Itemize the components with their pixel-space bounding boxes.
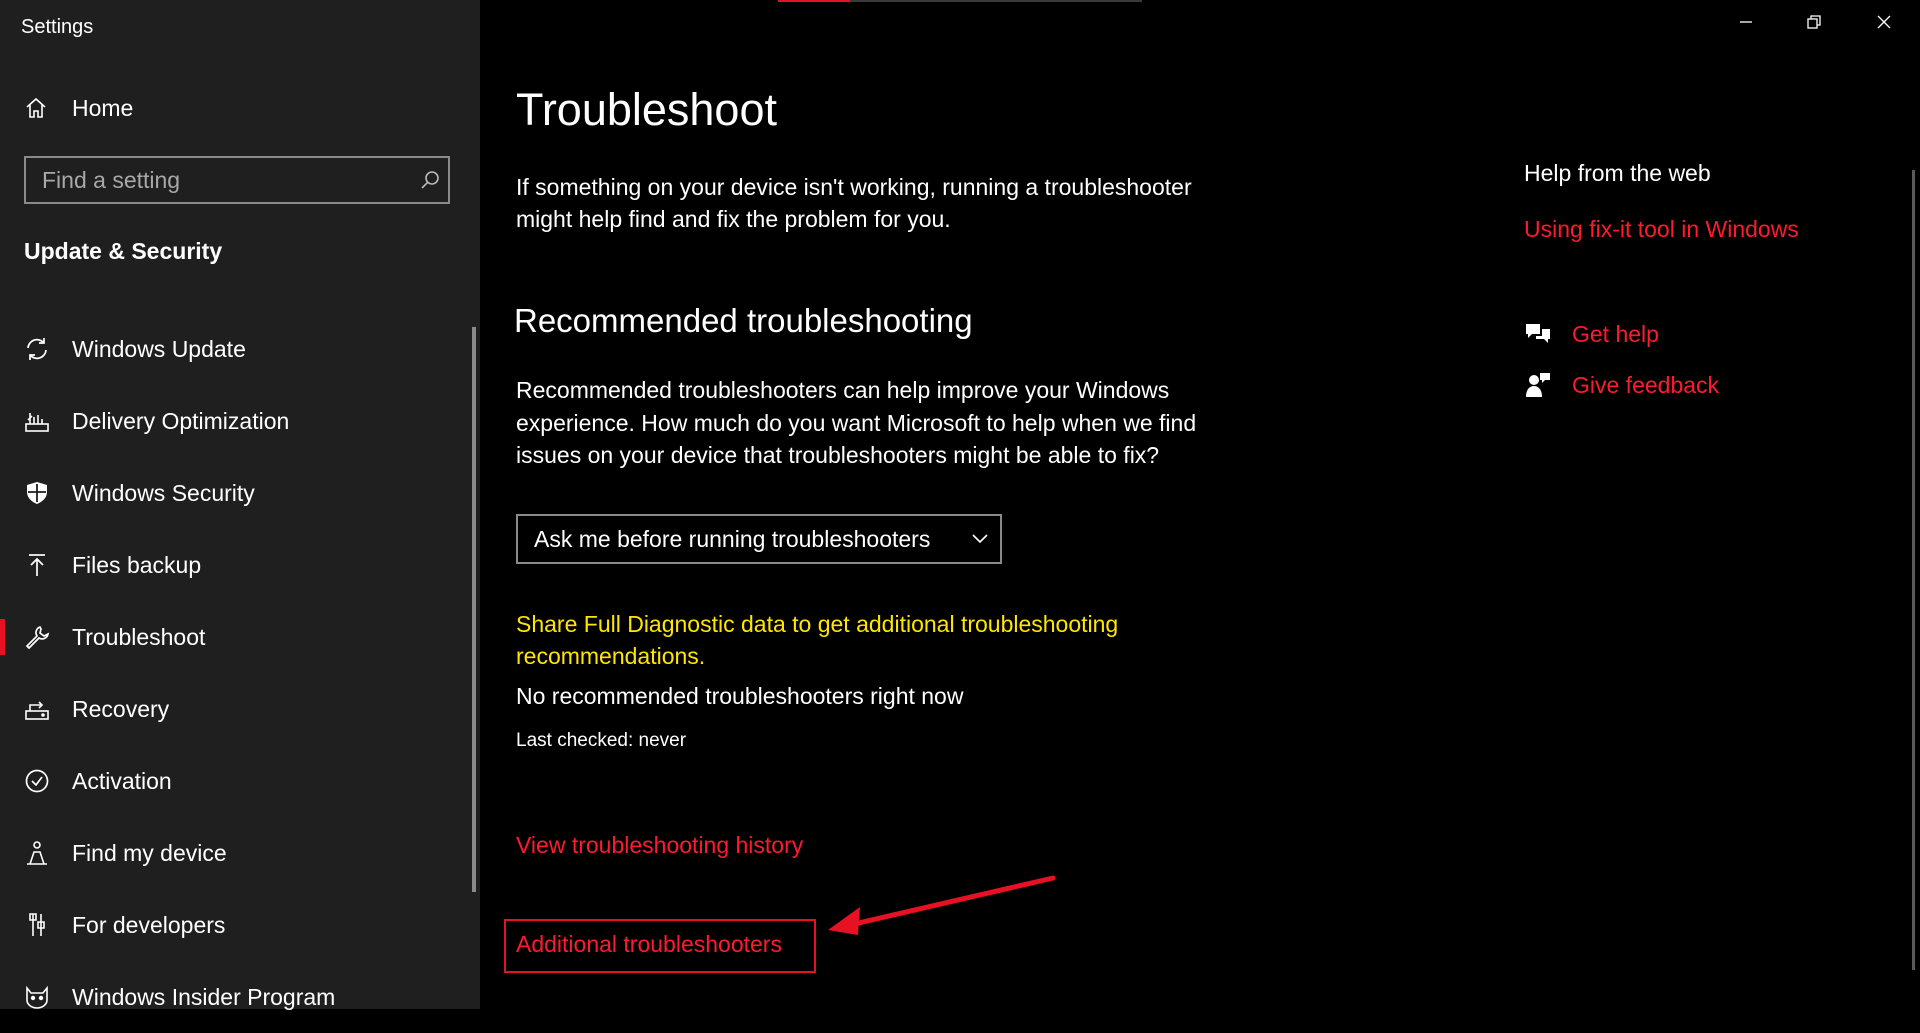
- delivery-icon: [24, 408, 50, 434]
- shield-icon: [24, 480, 50, 506]
- sidebar-item-label: Windows Insider Program: [72, 983, 336, 1010]
- sidebar-scrollbar[interactable]: [472, 327, 476, 892]
- upload-icon: [24, 552, 50, 578]
- sidebar-item-activation[interactable]: Activation: [0, 745, 470, 817]
- sync-icon: [24, 336, 50, 362]
- sidebar-item-delivery-optimization[interactable]: Delivery Optimization: [0, 385, 470, 457]
- sidebar-item-label: Windows Security: [72, 479, 255, 506]
- search-icon[interactable]: [412, 162, 448, 198]
- sidebar-item-windows-update[interactable]: Windows Update: [0, 313, 470, 385]
- sidebar-item-windows-insider-program[interactable]: Windows Insider Program: [0, 961, 470, 1033]
- sidebar-item-for-developers[interactable]: For developers: [0, 889, 470, 961]
- fix-it-tool-link[interactable]: Using fix-it tool in Windows: [1524, 216, 1799, 243]
- troubleshooter-preference-dropdown[interactable]: Ask me before running troubleshooters: [516, 514, 1002, 564]
- chat-help-icon: [1524, 320, 1552, 348]
- recovery-icon: [24, 696, 50, 722]
- troubleshooting-history-link[interactable]: View troubleshooting history: [516, 832, 803, 859]
- feedback-icon: [1524, 371, 1552, 399]
- sidebar-item-label: Delivery Optimization: [72, 407, 290, 434]
- recommended-heading: Recommended troubleshooting: [514, 302, 973, 339]
- last-checked-text: Last checked: never: [516, 730, 687, 751]
- person-location-icon: [24, 840, 50, 866]
- sidebar: Settings Home Update & Security Windows: [0, 0, 480, 1010]
- get-help-link[interactable]: Get help: [1572, 321, 1659, 348]
- get-help-row[interactable]: Get help: [1524, 320, 1659, 348]
- sidebar-item-find-my-device[interactable]: Find my device: [0, 817, 470, 889]
- page-title: Troubleshoot: [516, 84, 777, 135]
- app-title: Settings: [21, 16, 94, 38]
- give-feedback-row[interactable]: Give feedback: [1524, 371, 1719, 399]
- search-input[interactable]: [26, 165, 412, 195]
- home-icon: [24, 95, 50, 121]
- main-content: Troubleshoot If something on your device…: [480, 0, 1920, 1009]
- additional-troubleshooters-link[interactable]: Additional troubleshooters: [516, 931, 782, 958]
- chevron-down-icon: [960, 533, 1000, 545]
- sidebar-item-files-backup[interactable]: Files backup: [0, 529, 470, 601]
- sidebar-item-label: For developers: [72, 911, 226, 938]
- sidebar-item-label: Recovery: [72, 695, 170, 722]
- recommended-status: No recommended troubleshooters right now: [516, 683, 964, 709]
- sidebar-nav: Windows Update Delivery Optimization Win…: [0, 313, 470, 1033]
- insider-cat-icon: [24, 984, 50, 1010]
- dropdown-value: Ask me before running troubleshooters: [534, 525, 931, 552]
- sidebar-item-home[interactable]: Home: [24, 92, 133, 124]
- recommended-description: Recommended troubleshooters can help imp…: [516, 377, 1197, 468]
- wrench-icon: [24, 624, 50, 650]
- sidebar-item-label: Activation: [72, 767, 172, 794]
- sidebar-item-recovery[interactable]: Recovery: [0, 673, 470, 745]
- check-circle-icon: [24, 768, 50, 794]
- give-feedback-link[interactable]: Give feedback: [1572, 372, 1719, 399]
- sidebar-item-troubleshoot[interactable]: Troubleshoot: [0, 601, 470, 673]
- sidebar-item-label: Files backup: [72, 551, 202, 578]
- section-title: Update & Security: [24, 238, 223, 264]
- developer-tools-icon: [24, 912, 50, 938]
- sidebar-item-label: Windows Update: [72, 335, 246, 362]
- search-box[interactable]: [24, 156, 450, 204]
- help-heading: Help from the web: [1524, 160, 1711, 186]
- main-scrollbar[interactable]: [1912, 170, 1915, 970]
- sidebar-item-label: Home: [72, 94, 134, 121]
- sidebar-item-windows-security[interactable]: Windows Security: [0, 457, 470, 529]
- diagnostic-data-link[interactable]: Share Full Diagnostic data to get additi…: [516, 608, 1216, 672]
- page-description: If something on your device isn't workin…: [516, 174, 1192, 232]
- sidebar-item-label: Troubleshoot: [72, 623, 206, 650]
- sidebar-item-label: Find my device: [72, 839, 227, 866]
